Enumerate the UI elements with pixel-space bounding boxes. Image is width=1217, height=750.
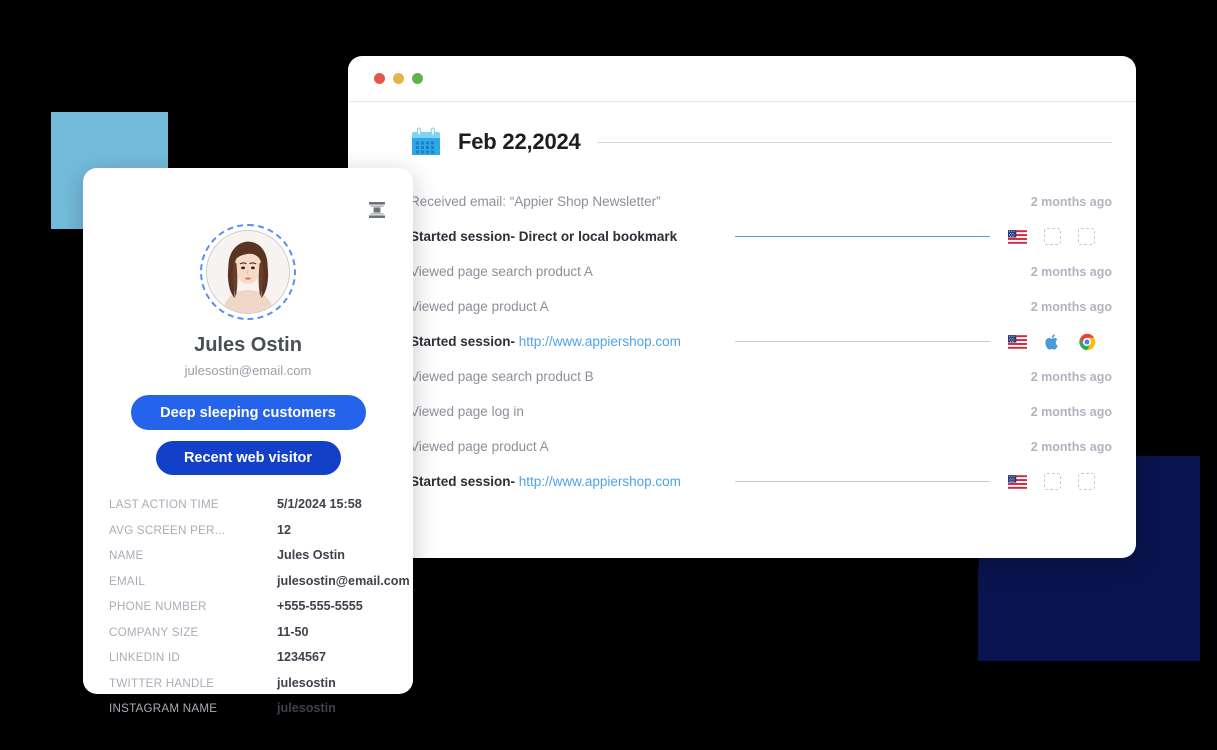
window-titlebar <box>348 56 1136 102</box>
detail-row: PHONE NUMBER +555-555-5555 <box>109 599 387 625</box>
recent-web-visitor-tag[interactable]: Recent web visitor <box>155 441 341 475</box>
session-connector-line <box>735 236 990 237</box>
timeline-row-timestamp: 2 months ago <box>1030 264 1112 279</box>
detail-key: PHONE NUMBER <box>109 600 207 613</box>
us-flag-icon <box>1008 474 1027 489</box>
detail-key: AVG SCREEN PER... <box>109 523 226 537</box>
timeline-row-timestamp: 2 months ago <box>1030 439 1112 454</box>
detail-key: LAST ACTION TIME <box>109 498 219 511</box>
profile-card-header <box>109 190 387 228</box>
detail-row: LAST ACTION TIME 5/1/2024 15:58 <box>109 497 387 523</box>
timeline-row-timestamp: 2 months ago <box>1030 299 1112 314</box>
calendar-icon <box>410 126 442 158</box>
us-flag-icon <box>1008 229 1027 244</box>
timeline-row-label: Viewed page product A <box>410 439 549 454</box>
window-body: Feb 22,2024 Received email: “Appier Shop… <box>348 102 1136 499</box>
person-email: julesostin@email.com <box>184 363 312 378</box>
detail-row: INSTAGRAM NAME julesostin <box>109 701 387 727</box>
session-connector-line <box>735 481 990 482</box>
detail-row: EMAIL julesostin@email.com <box>109 574 410 600</box>
chrome-icon <box>1078 333 1096 351</box>
avatar[interactable] <box>206 230 290 314</box>
maximize-window-dot[interactable] <box>412 73 423 84</box>
detail-value: 1234567 <box>277 650 327 664</box>
session-url-link[interactable]: http://www.appiershop.com <box>519 334 681 349</box>
timeline-rows: Received email: “Appier Shop Newsletter”… <box>366 184 1112 499</box>
apple-icon <box>1044 333 1061 351</box>
placeholder-icon <box>1044 228 1061 245</box>
date-divider <box>596 141 1112 143</box>
session-url-link[interactable]: http://www.appiershop.com <box>519 474 681 489</box>
timeline-row[interactable]: Received email: “Appier Shop Newsletter”… <box>366 184 1112 219</box>
placeholder-icon <box>1078 473 1095 490</box>
detail-value: 5/1/2024 15:58 <box>277 497 362 511</box>
us-flag-icon <box>1008 334 1027 349</box>
placeholder-icon <box>1078 228 1095 245</box>
timeline-row-label: Viewed page product A <box>410 299 549 314</box>
detail-value: +555-555-5555 <box>277 599 363 613</box>
timeline-row[interactable]: Viewed page product A 2 months ago <box>410 429 1112 464</box>
activity-timeline-window: Feb 22,2024 Received email: “Appier Shop… <box>348 56 1136 558</box>
detail-value: 11-50 <box>277 624 309 639</box>
timeline-row[interactable]: Started session- http://www.appiershop.c… <box>410 464 1112 499</box>
deep-sleeping-customers-tag[interactable]: Deep sleeping customers <box>130 395 366 430</box>
timeline-row-label: Started session- http://www.appiershop.c… <box>410 474 681 489</box>
timeline-row-label: Started session- http://www.appiershop.c… <box>410 334 681 349</box>
session-source-label: Direct or local bookmark <box>518 229 678 244</box>
detail-key: INSTAGRAM NAME <box>109 702 218 715</box>
timeline-row[interactable]: Viewed page search product A 2 months ago <box>366 254 1112 289</box>
timeline-row-label: Viewed page search product B <box>410 369 594 384</box>
placeholder-icon <box>1044 473 1061 490</box>
timeline-row[interactable]: Started session- http://www.appiershop.c… <box>366 324 1112 359</box>
timeline-row-timestamp: 2 months ago <box>1030 194 1112 209</box>
timeline-row[interactable]: Viewed page log in 2 months ago <box>410 394 1112 429</box>
session-meta-icons <box>1008 333 1112 351</box>
detail-row: LINKEDIN ID 1234567 <box>109 650 387 676</box>
timeline-row[interactable]: Viewed page search product B 2 months ago <box>410 359 1112 394</box>
date-label: Feb 22,2024 <box>458 129 581 154</box>
timeline-row-timestamp: 2 months ago <box>1030 369 1112 384</box>
date-header: Feb 22,2024 <box>410 126 1112 158</box>
profile-details-list: LAST ACTION TIME 5/1/2024 15:58 AVG SCREEN… <box>109 497 410 727</box>
close-window-dot[interactable] <box>374 73 385 84</box>
person-name: Jules Ostin <box>194 334 302 356</box>
detail-row: TWITTER HANDLE julesostin <box>109 676 387 702</box>
detail-value: julesostin@email.com <box>277 573 410 588</box>
avatar-ring <box>200 224 296 320</box>
detail-value: julesostin <box>277 675 336 690</box>
detail-row: AVG SCREEN PER... 12 <box>109 523 387 549</box>
timeline-row[interactable]: Viewed page product A 2 months ago <box>410 289 1112 324</box>
detail-key: TWITTER HANDLE <box>109 676 215 690</box>
detail-key: LINKEDIN ID <box>109 651 181 664</box>
session-connector-line <box>735 341 990 342</box>
archive-icon[interactable] <box>367 200 387 220</box>
timeline-row-label: Received email: “Appier Shop Newsletter” <box>410 194 661 209</box>
session-meta-icons <box>1008 228 1112 245</box>
detail-key: EMAIL <box>109 574 146 588</box>
session-meta-icons <box>1008 473 1112 490</box>
detail-row: NAME Jules Ostin <box>109 548 387 574</box>
timeline-row-label: Viewed page search product A <box>410 264 593 279</box>
minimize-window-dot[interactable] <box>393 73 404 84</box>
detail-value: julesostin <box>277 701 336 715</box>
detail-value: 12 <box>277 522 292 537</box>
detail-key: COMPANY SIZE <box>109 625 199 639</box>
detail-value: Jules Ostin <box>277 548 345 562</box>
timeline-row-label: Viewed page log in <box>410 404 524 419</box>
detail-row: COMPANY SIZE 11-50 <box>109 625 387 651</box>
timeline-row-label: Started session- Direct or local bookmar… <box>410 229 678 244</box>
timeline-row-timestamp: 2 months ago <box>1030 404 1112 419</box>
timeline-row[interactable]: Started session- Direct or local bookmar… <box>410 219 1112 254</box>
customer-profile-card: Jules Ostin julesostin@email.com Deep sl… <box>83 168 413 715</box>
detail-key: NAME <box>109 549 144 562</box>
